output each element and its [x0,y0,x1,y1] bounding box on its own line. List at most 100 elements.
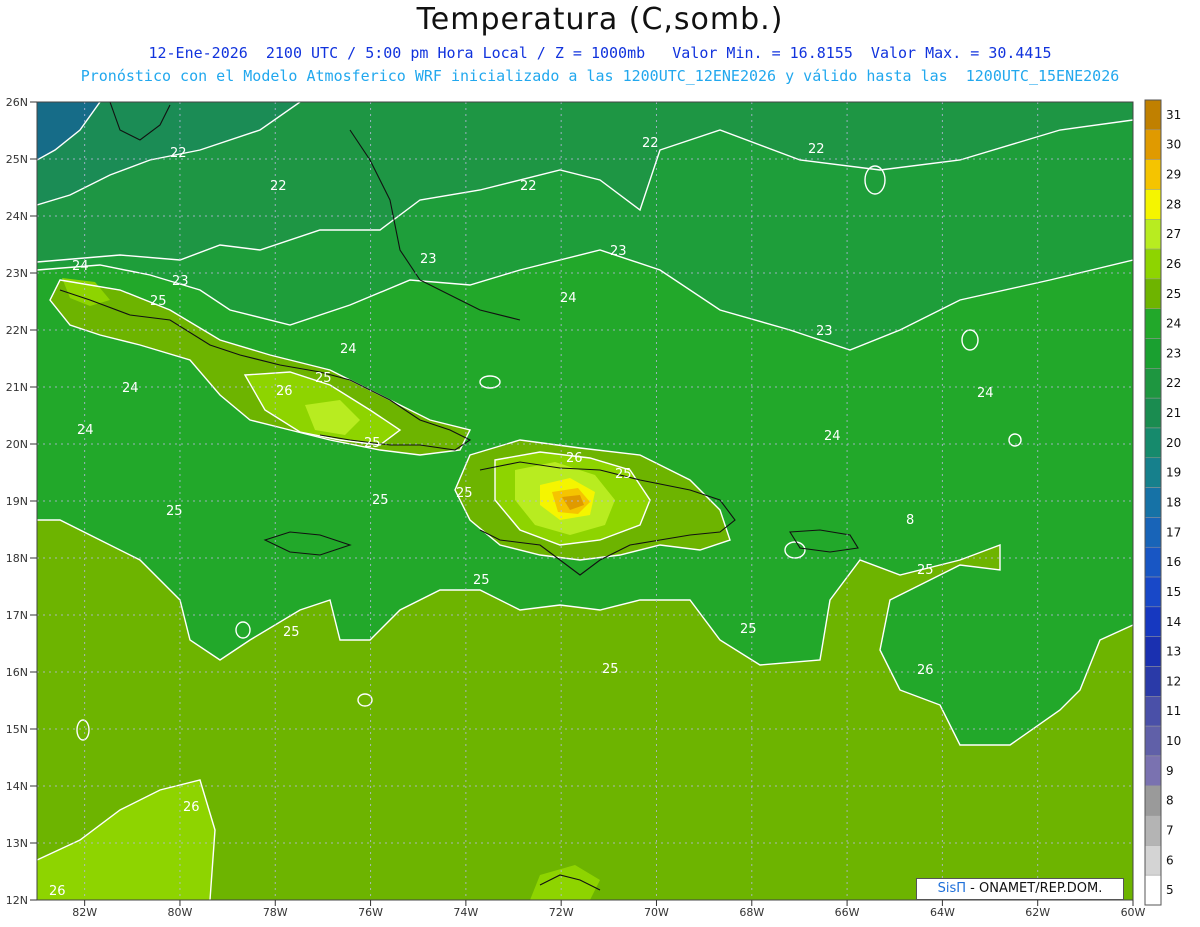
contour-label: 25 [740,622,757,637]
colorbar-label: 13 [1166,645,1181,659]
colorbar-swatch [1144,368,1162,399]
lat-label: 26N [6,96,28,109]
contour-label: 23 [172,274,189,289]
lon-label: 60W [1121,906,1146,919]
colorbar-label: 16 [1166,555,1181,569]
contour-label: 25 [315,371,332,386]
colorbar-swatch [1144,278,1162,309]
contour-label: 26 [276,384,293,399]
colorbar-swatch [1144,159,1162,190]
colorbar-swatch [1144,487,1162,518]
colorbar-label: 14 [1166,615,1181,629]
lat-label: 20N [6,438,28,451]
contour-label: 26 [566,451,583,466]
lon-label: 76W [358,906,383,919]
lon-label: 64W [930,906,955,919]
contour-label: 25 [364,436,381,451]
contour-label: 25 [166,504,183,519]
contour-label: 24 [560,291,577,306]
lat-label: 14N [6,780,28,793]
lon-label: 82W [72,906,97,919]
colorbar-swatch [1144,606,1162,637]
temperature-map: 22 22 22 22 22 23 23 23 23 24 24 24 24 2… [6,96,1182,919]
lon-label: 80W [168,906,193,919]
lat-label: 18N [6,552,28,565]
lon-label: 78W [263,906,288,919]
contour-label: 24 [340,342,357,357]
colorbar-swatch [1144,636,1162,667]
colorbar-label: 23 [1166,346,1181,360]
contour-label: 22 [270,179,287,194]
colorbar-label: 31 [1166,108,1181,122]
colorbar-label: 24 [1166,317,1181,331]
sisp-logo-text: SisΠ [937,881,967,896]
lon-label: 72W [549,906,574,919]
contour-label: 25 [917,563,934,578]
contour-label: 24 [824,429,841,444]
colorbar-swatch [1144,517,1162,548]
contour-label: 25 [615,467,632,482]
colorbar-swatch [1144,129,1162,160]
contour-label: 24 [77,423,94,438]
colorbar-swatch [1144,666,1162,697]
lat-label: 25N [6,153,28,166]
contour-label: 24 [977,386,994,401]
colorbar-label: 12 [1166,674,1181,688]
colorbar-label: 18 [1166,496,1181,510]
lat-label: 24N [6,210,28,223]
colorbar-swatch [1144,785,1162,816]
contour-label: 24 [122,381,139,396]
colorbar-label: 20 [1166,436,1181,450]
colorbar-label: 11 [1166,704,1181,718]
colorbar-swatch [1144,427,1162,459]
contour-label: 25 [372,493,389,508]
contour-label: 23 [816,324,833,339]
colorbar-label: 26 [1166,257,1181,271]
credit-text: - ONAMET/REP.DOM. [966,881,1103,896]
colorbar-swatch [1144,696,1162,727]
colorbar-label: 28 [1166,197,1181,211]
colorbar-label: 25 [1166,287,1181,301]
contour-label: 22 [808,142,825,157]
colorbar-label: 15 [1166,585,1181,599]
latitude-labels: 26N 25N 24N 23N 22N 21N 20N 19N 18N 17N 16N 15N 14N 1… [6,96,37,907]
colorbar-label: 29 [1166,168,1181,182]
colorbar-swatch [1144,189,1162,220]
contour-label: 25 [456,486,473,501]
contour-label: 22 [520,179,537,194]
lon-label: 66W [835,906,860,919]
contour-label: 23 [420,252,437,267]
colorbar-label: 5 [1166,883,1174,897]
contour-label: 26 [917,663,934,678]
colorbar-label: 30 [1166,138,1181,152]
colorbar-swatch [1144,219,1162,250]
lon-label: 68W [739,906,764,919]
contour-label: 26 [49,884,66,899]
colorbar-swatch [1144,99,1162,131]
colorbar-swatch [1144,725,1162,757]
colorbar-swatch [1144,755,1162,786]
contour-label: 25 [473,573,490,588]
lat-label: 15N [6,723,28,736]
colorbar-label: 27 [1166,227,1181,241]
colorbar-label: 19 [1166,466,1181,480]
contour-label: 24 [72,259,89,274]
contour-label: 8 [906,513,914,528]
colorbar-label: 7 [1166,823,1174,837]
lat-label: 23N [6,267,28,280]
colorbar-swatch [1144,457,1162,488]
colorbar-label: 9 [1166,764,1174,778]
colorbar-label: 17 [1166,525,1181,539]
lon-label: 74W [453,906,478,919]
contour-label: 22 [642,136,659,151]
contour-label: 25 [602,662,619,677]
colorbar-swatch [1144,308,1162,339]
lat-label: 22N [6,324,28,337]
colorbar-label: 22 [1166,376,1181,390]
lat-label: 12N [6,894,28,907]
map-field: 22 22 22 22 22 23 23 23 23 24 24 24 24 2… [37,102,1133,900]
colorbar-swatch [1144,338,1162,369]
contour-label: 25 [283,625,300,640]
lon-label: 70W [644,906,669,919]
colorbar-swatch [1144,874,1162,906]
